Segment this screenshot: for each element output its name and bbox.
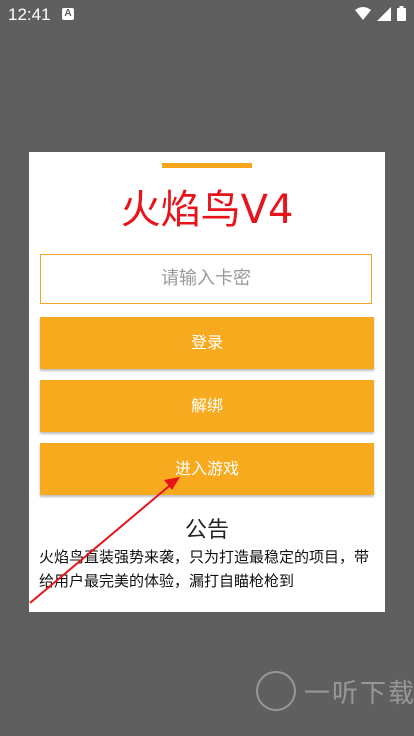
notice-title: 公告	[184, 518, 229, 543]
card-key-input[interactable]: 请输入卡密	[40, 254, 372, 304]
status-bar: 12:41 A	[0, 0, 414, 30]
battery-icon	[397, 6, 406, 21]
status-time: 12:41	[8, 5, 51, 24]
enter-game-button[interactable]: 进入游戏	[40, 443, 374, 495]
status-icons	[355, 6, 406, 21]
dialog-accent-bar	[162, 163, 252, 168]
watermark-text: 一听下载	[304, 678, 414, 709]
watermark: 一听下载	[256, 665, 414, 717]
notice-text: 火焰鸟直装强势来袭，只为打造最稳定的项目，带给用户最完美的体验，漏打自瞄枪枪到	[39, 548, 370, 590]
unbind-button[interactable]: 解绑	[40, 380, 374, 432]
notification-icon: A	[62, 8, 74, 20]
wifi-icon	[355, 6, 371, 20]
login-button[interactable]: 登录	[40, 317, 374, 369]
watermark-logo-icon	[256, 671, 296, 711]
signal-icon	[377, 6, 391, 21]
login-dialog: 火焰鸟V4 请输入卡密 登录 解绑 进入游戏 公告 火焰鸟直装强势来袭，只为打造…	[29, 152, 385, 612]
dialog-title: 火焰鸟V4	[120, 187, 294, 233]
